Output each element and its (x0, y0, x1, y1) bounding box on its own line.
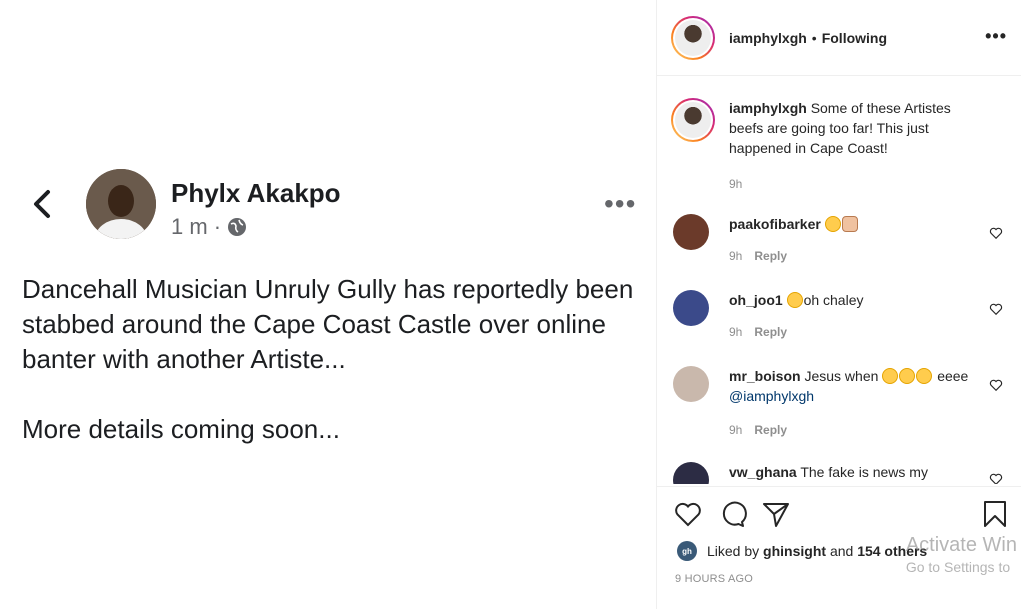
like-comment-heart-icon[interactable] (989, 302, 1003, 316)
comment-username[interactable]: vw_ghana (729, 464, 797, 480)
comment: oh_joo1 oh chaley 9h Reply (673, 290, 979, 342)
watermark-line2: Go to Settings to (905, 559, 1011, 575)
comment-avatar[interactable] (673, 290, 709, 326)
following-button[interactable]: Following (822, 30, 887, 46)
likes-prefix: Liked by (707, 543, 760, 559)
flushed-face-icon (899, 368, 916, 384)
flushed-face-icon (916, 368, 933, 384)
share-icon[interactable] (761, 499, 791, 529)
save-bookmark-icon[interactable] (980, 499, 1010, 529)
post-image: Phylx Akakpo 1 m · ••• Dancehall Musicia… (0, 0, 656, 609)
comment: vw_ghana The fake is news my (673, 462, 979, 484)
back-arrow-icon (34, 190, 50, 218)
meta-separator: · (213, 214, 222, 239)
author-avatar (86, 169, 156, 239)
caption-avatar[interactable] (671, 98, 715, 142)
more-options-icon[interactable]: ••• (985, 26, 1007, 47)
comments-list[interactable]: iamphylxgh Some of these Artistes beefs … (657, 76, 1021, 484)
liker-avatar[interactable]: gh (677, 541, 697, 561)
post-timestamp: 9 HOURS AGO (675, 573, 753, 585)
post-header: iamphylxgh • Following ••• (657, 0, 1021, 76)
like-comment-heart-icon[interactable] (989, 378, 1003, 392)
person-facepalming-icon (841, 216, 858, 232)
liker-username[interactable]: ghinsight (763, 543, 826, 559)
header-dot: • (811, 29, 817, 46)
comment-text: Jesus when (804, 368, 879, 384)
action-bar (673, 499, 791, 529)
post-paragraph: More details coming soon... (22, 414, 340, 444)
more-options-icon: ••• (604, 188, 637, 219)
activate-windows-watermark: Activate Win Go to Settings to (906, 534, 1017, 575)
caption-username[interactable]: iamphylxgh (729, 100, 807, 116)
comment-icon[interactable] (717, 499, 747, 529)
post-paragraph: Dancehall Musician Unruly Gully has repo… (22, 274, 634, 374)
like-comment-heart-icon[interactable] (989, 472, 1003, 484)
crying-face-icon (786, 292, 803, 308)
comment-text: The fake is news my (800, 464, 928, 480)
author-name: Phylx Akakpo (171, 178, 341, 208)
flushed-face-icon (882, 368, 899, 384)
reply-button[interactable]: Reply (754, 249, 787, 263)
header-avatar[interactable] (671, 15, 715, 60)
comment-time: 9h (729, 423, 743, 437)
comment-avatar[interactable] (673, 214, 709, 250)
post-body: Dancehall Musician Unruly Gully has repo… (22, 272, 642, 482)
comment-time: 9h (729, 325, 743, 339)
header-username[interactable]: iamphylxgh (729, 30, 807, 46)
caption-time: 9h (729, 177, 743, 191)
reply-button[interactable]: Reply (754, 423, 787, 437)
mention-link[interactable]: @iamphylxgh (729, 388, 814, 404)
comment-avatar[interactable] (673, 366, 709, 402)
like-heart-icon[interactable] (673, 499, 703, 529)
like-comment-heart-icon[interactable] (989, 226, 1003, 240)
comment-avatar[interactable] (673, 462, 709, 484)
crying-face-icon (824, 216, 841, 232)
reply-button[interactable]: Reply (754, 325, 787, 339)
post-meta: 1 m · (171, 214, 247, 240)
comment-username[interactable]: mr_boison (729, 368, 801, 384)
post-time: 1 m (171, 214, 208, 239)
comment-text: oh chaley (803, 292, 864, 308)
comment: paakofibarker 9h Reply (673, 214, 979, 266)
likes-summary: gh Liked by ghinsight and 154 others (677, 541, 927, 561)
post-side-panel: iamphylxgh • Following ••• iamphylxgh So… (656, 0, 1021, 609)
comment-username[interactable]: oh_joo1 (729, 292, 783, 308)
comment-username[interactable]: paakofibarker (729, 216, 821, 232)
comment-time: 9h (729, 249, 743, 263)
caption: iamphylxgh Some of these Artistes beefs … (671, 98, 979, 194)
comment: mr_boison Jesus when eeee @iamphylxgh 9h… (673, 366, 979, 440)
globe-icon (228, 218, 247, 236)
watermark-line1: Activate Win (905, 534, 1017, 556)
comment-text-2: eeee (937, 368, 969, 384)
likes-conj: and (829, 543, 854, 559)
